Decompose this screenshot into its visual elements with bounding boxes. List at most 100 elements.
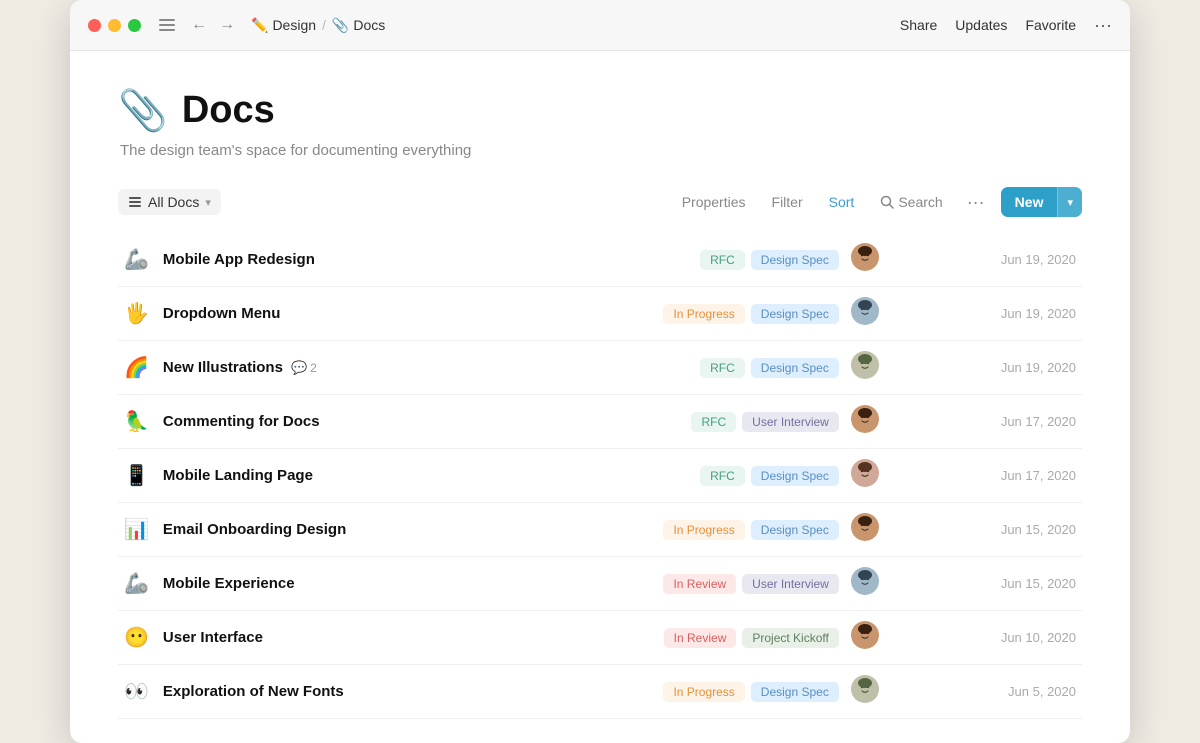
search-label: Search [898, 194, 942, 210]
new-doc-button[interactable]: New [1001, 187, 1058, 217]
doc-name-cell[interactable]: New Illustrations 💬 2 [157, 341, 585, 395]
minimize-button[interactable] [108, 19, 121, 32]
table-row[interactable]: 🦜 Commenting for Docs RFC User Interview [118, 395, 1082, 449]
titlebar: ← → ✏️ Design / 📎 Docs Share Updates Fav… [70, 0, 1130, 51]
new-doc-dropdown-button[interactable]: ▾ [1057, 187, 1082, 217]
doc-date: Jun 17, 2020 [1001, 414, 1076, 429]
properties-button[interactable]: Properties [674, 189, 754, 215]
breadcrumb-docs[interactable]: 📎 Docs [332, 17, 385, 34]
table-row[interactable]: 📊 Email Onboarding Design In Progress De… [118, 503, 1082, 557]
menu-icon[interactable] [159, 19, 175, 31]
table-row[interactable]: 📱 Mobile Landing Page RFC Design Spec [118, 449, 1082, 503]
doc-name-cell[interactable]: Email Onboarding Design [157, 503, 585, 557]
updates-button[interactable]: Updates [955, 17, 1007, 33]
doc-name-cell[interactable]: Mobile App Redesign [157, 233, 585, 287]
doc-icon-cell: 🦜 [118, 395, 157, 449]
avatar-cell [845, 233, 885, 287]
page-title: Docs [182, 89, 275, 132]
date-cell: Jun 10, 2020 [885, 611, 1082, 665]
avatar-cell [845, 287, 885, 341]
avatar [851, 243, 879, 271]
back-button[interactable]: ← [187, 14, 211, 36]
doc-name: Mobile Landing Page [163, 467, 579, 484]
doc-emoji-icon: 📊 [124, 519, 151, 541]
date-cell: Jun 5, 2020 [885, 665, 1082, 719]
doc-icon-cell: 👀 [118, 665, 157, 719]
doc-type-badge: Design Spec [751, 250, 839, 270]
breadcrumb: ✏️ Design / 📎 Docs [251, 17, 385, 34]
search-button[interactable]: Search [872, 189, 950, 215]
toolbar: All Docs ▾ Properties Filter Sort Search… [118, 187, 1082, 217]
doc-type-badge: Design Spec [751, 682, 839, 702]
doc-emoji-icon: 🦾 [124, 573, 151, 595]
doc-type-badge: User Interview [742, 412, 839, 432]
avatar [851, 621, 879, 649]
titlebar-actions: Share Updates Favorite ··· [900, 15, 1112, 36]
avatar-cell [845, 665, 885, 719]
tags-cell: In Progress Design Spec [585, 665, 845, 719]
date-cell: Jun 19, 2020 [885, 233, 1082, 287]
breadcrumb-design-label: Design [272, 17, 316, 33]
doc-name-cell[interactable]: Dropdown Menu [157, 287, 585, 341]
date-cell: Jun 19, 2020 [885, 341, 1082, 395]
doc-name: New Illustrations 💬 2 [163, 359, 579, 376]
avatar-cell [845, 449, 885, 503]
avatar-cell [845, 395, 885, 449]
view-selector-button[interactable]: All Docs ▾ [118, 189, 221, 215]
close-button[interactable] [88, 19, 101, 32]
tags-cell: In Progress Design Spec [585, 287, 845, 341]
doc-name-cell[interactable]: Mobile Experience [157, 557, 585, 611]
doc-date: Jun 15, 2020 [1001, 576, 1076, 591]
status-badge: In Review [664, 628, 737, 648]
breadcrumb-design[interactable]: ✏️ Design [251, 17, 316, 34]
filter-button[interactable]: Filter [764, 189, 811, 215]
doc-icon-cell: 😶 [118, 611, 157, 665]
doc-name-cell[interactable]: Commenting for Docs [157, 395, 585, 449]
more-options-button[interactable]: ··· [1094, 15, 1112, 36]
tags-cell: RFC Design Spec [585, 449, 845, 503]
sort-button[interactable]: Sort [821, 189, 863, 215]
doc-name: Mobile App Redesign [163, 251, 579, 268]
favorite-button[interactable]: Favorite [1025, 17, 1076, 33]
comment-number: 2 [310, 361, 317, 375]
doc-type-badge: Design Spec [751, 520, 839, 540]
doc-name-cell[interactable]: Mobile Landing Page [157, 449, 585, 503]
doc-emoji-icon: 🦜 [124, 411, 151, 433]
tags-cell: RFC User Interview [585, 395, 845, 449]
table-row[interactable]: 🖐️ Dropdown Menu In Progress Design Spec [118, 287, 1082, 341]
page-header: 📎 Docs The design team's space for docum… [118, 87, 1082, 159]
doc-type-badge: User Interview [742, 574, 839, 594]
avatar-cell [845, 557, 885, 611]
doc-name-cell[interactable]: User Interface [157, 611, 585, 665]
date-cell: Jun 15, 2020 [885, 503, 1082, 557]
forward-button[interactable]: → [215, 14, 239, 36]
avatar [851, 297, 879, 325]
doc-emoji-icon: 📱 [124, 465, 151, 487]
traffic-lights [88, 19, 141, 32]
comment-count: 💬 2 [291, 360, 317, 376]
table-row[interactable]: 👀 Exploration of New Fonts In Progress D… [118, 665, 1082, 719]
table-row[interactable]: 🦾 Mobile Experience In Review User Inter… [118, 557, 1082, 611]
maximize-button[interactable] [128, 19, 141, 32]
doc-date: Jun 10, 2020 [1001, 630, 1076, 645]
table-row[interactable]: 😶 User Interface In Review Project Kicko… [118, 611, 1082, 665]
avatar-cell [845, 611, 885, 665]
avatar-cell [845, 341, 885, 395]
toolbar-more-button[interactable]: ··· [961, 189, 991, 216]
avatar [851, 675, 879, 703]
page-title-row: 📎 Docs [118, 87, 1082, 134]
doc-type-badge: Design Spec [751, 304, 839, 324]
status-badge: In Review [663, 574, 736, 594]
share-button[interactable]: Share [900, 17, 937, 33]
doc-name-cell[interactable]: Exploration of New Fonts [157, 665, 585, 719]
search-icon [880, 195, 894, 209]
tags-cell: In Review Project Kickoff [585, 611, 845, 665]
doc-name: User Interface [163, 629, 579, 646]
doc-type-badge: Design Spec [751, 358, 839, 378]
doc-icon-cell: 🦾 [118, 233, 157, 287]
table-row[interactable]: 🌈 New Illustrations 💬 2 RFC Design Spec [118, 341, 1082, 395]
app-window: ← → ✏️ Design / 📎 Docs Share Updates Fav… [70, 0, 1130, 743]
tags-cell: RFC Design Spec [585, 341, 845, 395]
table-row[interactable]: 🦾 Mobile App Redesign RFC Design Spec [118, 233, 1082, 287]
status-badge: In Progress [663, 682, 744, 702]
